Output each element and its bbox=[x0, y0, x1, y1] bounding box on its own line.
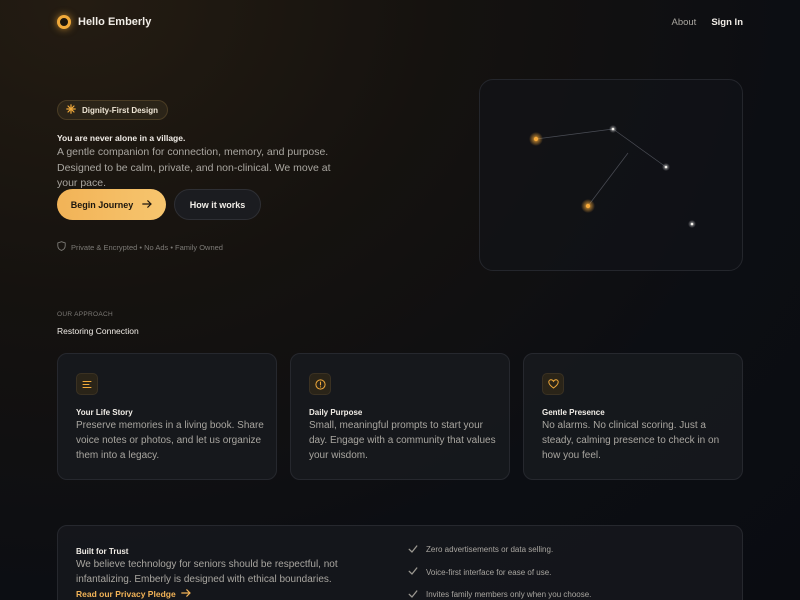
check-icon bbox=[408, 586, 418, 600]
info-circle-icon bbox=[309, 373, 331, 395]
top-nav: Hello Emberly About Sign In bbox=[57, 12, 743, 32]
brand-name: Hello Emberly bbox=[78, 16, 152, 28]
card-description: Small, meaningful prompts to start your … bbox=[309, 420, 496, 461]
constellation-lines bbox=[535, 128, 667, 207]
list-item: Voice-first interface for ease of use. bbox=[408, 567, 591, 578]
book-lines-icon bbox=[76, 373, 98, 395]
hero-tagline: You are never alone in a village. bbox=[57, 133, 186, 143]
nav-about-link[interactable]: About bbox=[672, 17, 697, 28]
star bbox=[533, 136, 539, 142]
card-description: Preserve memories in a living book. Shar… bbox=[76, 420, 264, 461]
brand[interactable]: Hello Emberly bbox=[57, 15, 151, 29]
card-title: Gentle Presence bbox=[542, 408, 605, 417]
arrow-right-icon bbox=[142, 199, 152, 210]
list-item-text: Zero advertisements or data selling. bbox=[426, 545, 554, 554]
check-icon bbox=[408, 563, 418, 581]
trust-description: We believe technology for seniors should… bbox=[76, 559, 338, 585]
ember-logo-icon bbox=[57, 15, 71, 29]
arrow-right-icon bbox=[180, 589, 191, 599]
star bbox=[690, 222, 694, 226]
star bbox=[585, 203, 591, 209]
list-item-text: Voice-first interface for ease of use. bbox=[426, 567, 552, 577]
approach-kicker: OUR APPROACH bbox=[57, 311, 113, 318]
shield-icon bbox=[57, 238, 66, 256]
trust-title: Built for Trust bbox=[76, 547, 129, 556]
begin-journey-label: Begin Journey bbox=[70, 199, 134, 210]
trust-list: Zero advertisements or data selling. Voi… bbox=[408, 544, 591, 600]
constellation-graphic bbox=[529, 125, 696, 228]
badge-label: Dignity-First Design bbox=[82, 105, 159, 115]
approach-title: Restoring Connection bbox=[57, 326, 139, 336]
card-title: Daily Purpose bbox=[309, 408, 363, 417]
card-description: No alarms. No clinical scoring. Just a s… bbox=[542, 420, 720, 461]
trust-line: Private & Encrypted • No Ads • Family Ow… bbox=[57, 238, 223, 256]
privacy-pledge-link[interactable]: Read our Privacy Pledge bbox=[76, 589, 191, 599]
trust-section: Built for Trust We believe technology fo… bbox=[57, 525, 743, 600]
star bbox=[664, 165, 668, 169]
check-icon bbox=[408, 541, 418, 559]
list-item-text: Invites family members only when you cho… bbox=[426, 590, 592, 599]
trust-line-text: Private & Encrypted • No Ads • Family Ow… bbox=[71, 242, 223, 252]
feature-card-daily-purpose: Daily Purpose Small, meaningful prompts … bbox=[290, 353, 510, 480]
star bbox=[611, 127, 615, 131]
hero-description: A gentle companion for connection, memor… bbox=[57, 146, 331, 189]
privacy-pledge-label: Read our Privacy Pledge bbox=[76, 589, 176, 599]
constellation-panel bbox=[479, 79, 743, 271]
list-item: Zero advertisements or data selling. bbox=[408, 544, 591, 555]
sparkle-icon bbox=[66, 103, 76, 117]
heart-icon bbox=[542, 373, 564, 395]
nav-sign-in-link[interactable]: Sign In bbox=[711, 17, 743, 28]
card-title: Your Life Story bbox=[76, 408, 133, 417]
how-it-works-button[interactable]: How it works bbox=[174, 189, 261, 220]
begin-journey-button[interactable]: Begin Journey bbox=[57, 189, 166, 220]
feature-card-gentle-presence: Gentle Presence No alarms. No clinical s… bbox=[523, 353, 743, 480]
design-badge: Dignity-First Design bbox=[57, 100, 169, 120]
list-item: Invites family members only when you cho… bbox=[408, 589, 591, 600]
feature-card-life-story: Your Life Story Preserve memories in a l… bbox=[57, 353, 277, 480]
nav-links: About Sign In bbox=[672, 17, 744, 28]
